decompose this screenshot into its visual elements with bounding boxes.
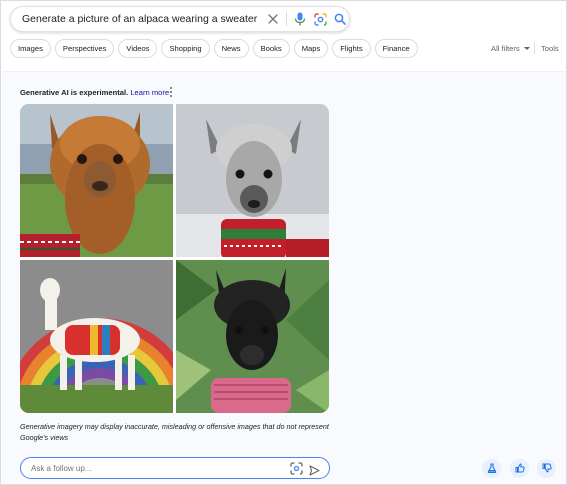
ai-disclaimer-text: Generative imagery may display inaccurat… — [20, 422, 329, 442]
tools-divider — [534, 42, 535, 54]
generated-image-1[interactable] — [20, 104, 173, 257]
thumbs-down-button[interactable] — [537, 459, 556, 478]
generated-image-4[interactable] — [176, 260, 329, 413]
chip-videos[interactable]: Videos — [118, 39, 158, 58]
search-box[interactable]: Generate a picture of an alpaca wearing … — [10, 6, 350, 32]
chip-images[interactable]: Images — [10, 39, 51, 58]
thumbs-up-button[interactable] — [510, 459, 529, 478]
thumbs-down-icon — [542, 460, 552, 478]
flask-icon — [487, 460, 497, 478]
search-query-text[interactable]: Generate a picture of an alpaca wearing … — [22, 13, 257, 25]
search-type-chips: Images Perspectives Videos Shopping News… — [10, 39, 418, 58]
send-icon[interactable] — [309, 463, 320, 476]
chip-maps[interactable]: Maps — [293, 39, 329, 58]
all-filters-label: All filters — [491, 44, 520, 53]
google-lens-icon[interactable] — [312, 11, 328, 27]
chip-books[interactable]: Books — [252, 39, 290, 58]
page: Generate a picture of an alpaca wearing … — [0, 0, 567, 485]
chip-shopping[interactable]: Shopping — [161, 39, 210, 58]
more-options-icon[interactable] — [168, 86, 174, 98]
labs-button[interactable] — [482, 459, 501, 478]
follow-up-placeholder: Ask a follow up... — [31, 464, 92, 473]
chip-finance[interactable]: Finance — [374, 39, 418, 58]
chip-perspectives[interactable]: Perspectives — [54, 39, 115, 58]
search-divider — [286, 12, 287, 26]
generative-ai-panel: Generative AI is experimental. Learn mor… — [2, 71, 566, 484]
follow-up-input[interactable]: Ask a follow up... — [20, 457, 330, 479]
generated-image-2[interactable] — [176, 104, 329, 257]
microphone-icon[interactable] — [292, 11, 308, 27]
all-filters-button[interactable]: All filters — [491, 44, 530, 53]
ai-experimental-header: Generative AI is experimental. Learn mor… — [20, 88, 169, 97]
caret-down-icon — [523, 47, 530, 50]
chip-flights[interactable]: Flights — [332, 39, 371, 58]
generated-image-3[interactable] — [20, 260, 173, 413]
ai-experimental-label: Generative AI is experimental. — [20, 88, 129, 97]
learn-more-link[interactable]: Learn more — [130, 88, 169, 97]
thumbs-up-icon — [515, 460, 525, 478]
close-icon[interactable] — [265, 11, 281, 27]
google-lens-icon[interactable] — [290, 462, 303, 475]
tools-button[interactable]: Tools — [541, 44, 559, 53]
chip-news[interactable]: News — [213, 39, 249, 58]
search-icon[interactable] — [332, 11, 348, 27]
generated-image-grid — [20, 104, 329, 413]
